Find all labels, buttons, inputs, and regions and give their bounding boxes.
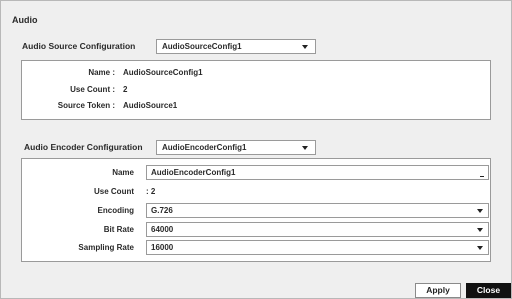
- source-token-label: Source Token :: [57, 101, 115, 110]
- audio-source-config-label: Audio Source Configuration: [22, 41, 136, 51]
- source-name-label: Name :: [88, 68, 115, 77]
- audio-encoder-settings-panel: Name AudioEncoderConfig1 Use Count : 2 E…: [21, 158, 491, 262]
- audio-encoder-config-value: AudioEncoderConfig1: [162, 143, 247, 152]
- encoding-select[interactable]: G.726: [146, 203, 489, 218]
- source-use-count-value: 2: [123, 85, 128, 94]
- bit-rate-select[interactable]: 64000: [146, 222, 489, 237]
- chevron-down-icon: [477, 228, 483, 232]
- bit-rate-label: Bit Rate: [103, 225, 134, 234]
- encoder-name-value: AudioEncoderConfig1: [151, 168, 236, 177]
- audio-source-info-panel: Name : AudioSourceConfig1 Use Count : 2 …: [21, 60, 491, 120]
- source-use-count-label: Use Count :: [70, 85, 115, 94]
- encoding-value: G.726: [151, 206, 173, 215]
- audio-source-config-select[interactable]: AudioSourceConfig1: [156, 39, 316, 54]
- close-button[interactable]: Close: [466, 283, 511, 298]
- sampling-rate-select[interactable]: 16000: [146, 240, 489, 255]
- sampling-rate-value: 16000: [151, 243, 174, 252]
- sampling-rate-label: Sampling Rate: [78, 243, 134, 252]
- audio-encoder-config-select[interactable]: AudioEncoderConfig1: [156, 140, 316, 155]
- encoding-label: Encoding: [97, 206, 134, 215]
- chevron-down-icon: [302, 146, 308, 150]
- encoder-use-count-label: Use Count: [94, 187, 134, 196]
- encoder-name-label: Name: [112, 168, 134, 177]
- chevron-down-icon: [477, 246, 483, 250]
- encoder-use-count-value: : 2: [146, 187, 156, 196]
- audio-source-config-value: AudioSourceConfig1: [162, 42, 242, 51]
- dialog-title: Audio: [12, 15, 38, 25]
- encoder-name-input[interactable]: AudioEncoderConfig1: [146, 165, 489, 180]
- audio-dialog: Audio Audio Source Configuration AudioSo…: [0, 0, 512, 299]
- source-token-value: AudioSource1: [123, 101, 178, 110]
- chevron-down-icon: [302, 45, 308, 49]
- apply-button[interactable]: Apply: [415, 283, 461, 298]
- source-name-value: AudioSourceConfig1: [123, 68, 203, 77]
- bit-rate-value: 64000: [151, 225, 174, 234]
- chevron-down-icon: [477, 209, 483, 213]
- audio-encoder-config-label: Audio Encoder Configuration: [24, 142, 143, 152]
- text-cursor-icon: [480, 176, 484, 177]
